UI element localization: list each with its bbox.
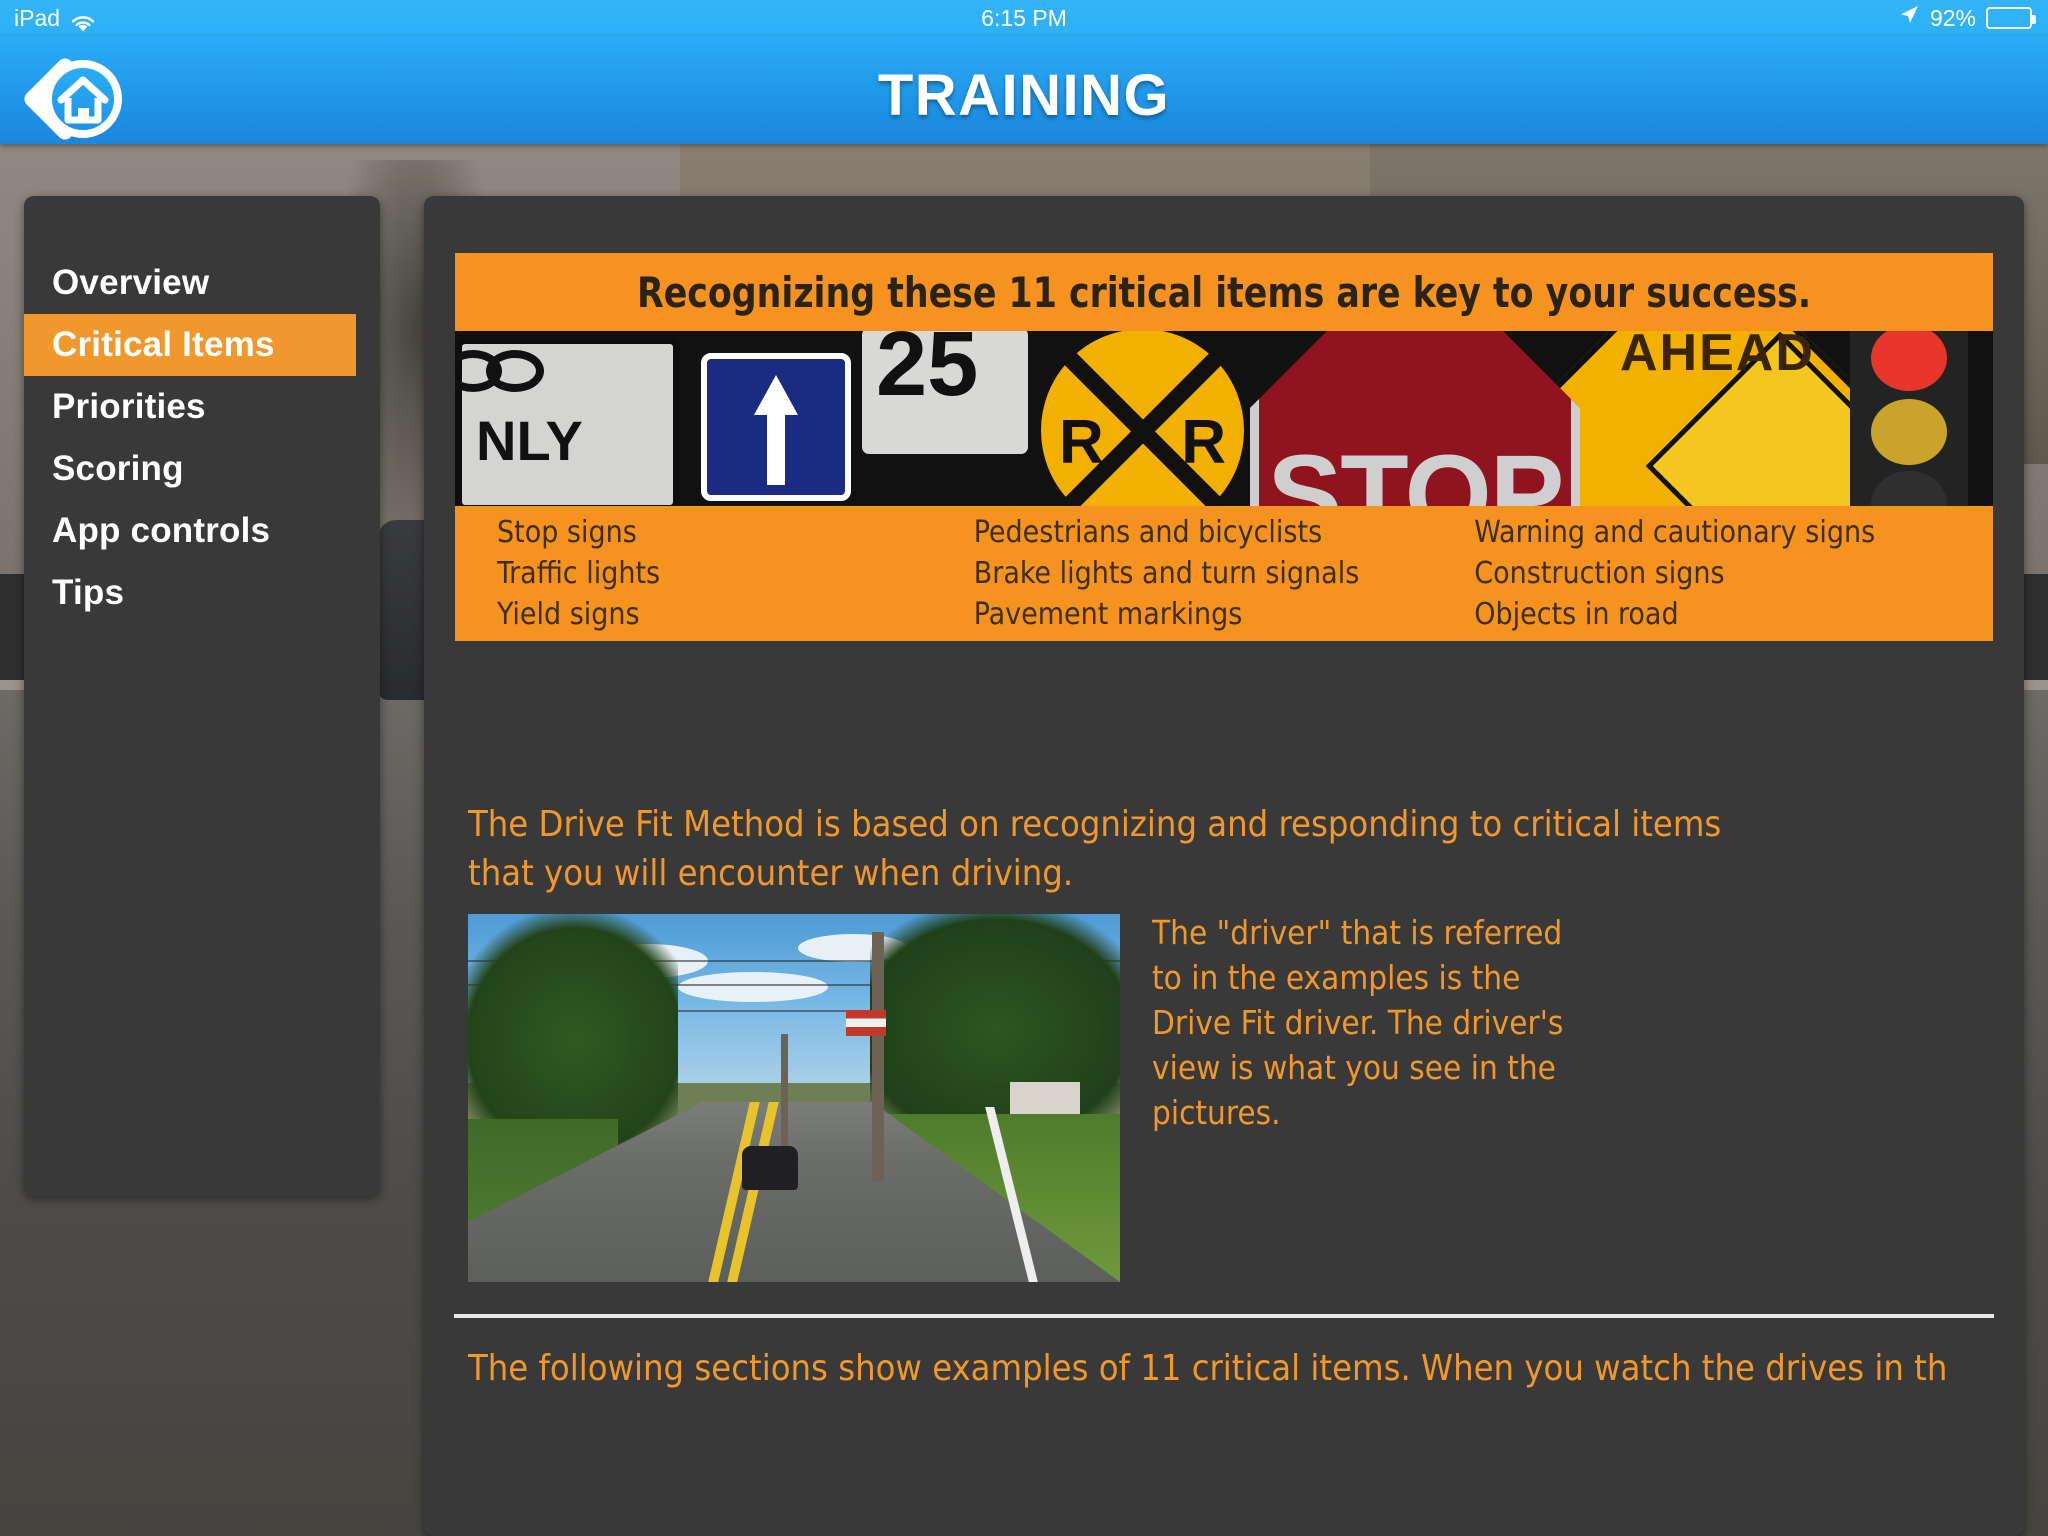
only-sign-label: NLY xyxy=(476,409,583,472)
sidebar-item-label: Scoring xyxy=(52,449,184,488)
critical-items-column-2: Pedestrians and bicyclists Brake lights … xyxy=(974,512,1475,641)
speed-limit-label: 25 xyxy=(876,331,979,415)
sidebar-item-label: Tips xyxy=(52,573,125,612)
list-item: Yield signs xyxy=(497,597,640,632)
sidebar-item-app-controls[interactable]: App controls xyxy=(24,500,380,562)
content-panel: Recognizing these 11 critical items are … xyxy=(424,196,2024,1536)
photo-cloud xyxy=(678,972,828,1002)
sidebar-item-scoring[interactable]: Scoring xyxy=(24,438,380,500)
traffic-light-red xyxy=(1871,331,1947,391)
intro-paragraph: The Drive Fit Method is based on recogni… xyxy=(468,804,1722,894)
list-item: Brake lights and turn signals xyxy=(973,556,1360,591)
status-bar-time: 6:15 PM xyxy=(981,5,1067,31)
sidebar-item-priorities[interactable]: Priorities xyxy=(24,376,380,438)
sidebar-item-label: Priorities xyxy=(52,387,206,426)
status-bar-right: 92% xyxy=(1898,0,2036,36)
list-item: Regulatory signs xyxy=(497,635,974,641)
list-item: Vehicles entering path xyxy=(974,635,1475,641)
critical-items-column-3: Warning and cautionary signs Constructio… xyxy=(1474,512,1951,641)
battery-icon xyxy=(1986,7,2036,29)
traffic-light-green xyxy=(1871,471,1947,506)
photo-lead-vehicle xyxy=(741,1146,798,1190)
photo-flag xyxy=(846,1010,887,1036)
driver-view-photo xyxy=(468,914,1120,1282)
list-item: Traffic lights xyxy=(497,556,661,591)
photo-utility-pole-2 xyxy=(780,1034,788,1154)
sidebar-item-overview[interactable]: Overview xyxy=(24,252,380,314)
critical-items-list: Stop signs Traffic lights Yield signs Re… xyxy=(455,506,1993,641)
title-bar: TRAINING xyxy=(0,36,2048,144)
sidebar-item-critical-items[interactable]: Critical Items xyxy=(24,314,356,376)
sidebar-menu: Overview Critical Items Priorities Scori… xyxy=(24,252,380,624)
only-sign-icon: NLY xyxy=(455,337,680,506)
stop-sign-label: STOP xyxy=(1267,432,1565,506)
road-signs-collage: NLY 25 R R AHEAD STOP xyxy=(455,331,1993,506)
list-item: Warning and cautionary signs xyxy=(1474,515,1876,550)
list-item: Objects in road xyxy=(1474,597,1679,632)
sidebar: Overview Critical Items Priorities Scori… xyxy=(24,196,380,1196)
sidebar-item-label: Overview xyxy=(52,263,210,302)
railroad-right-label: R xyxy=(1181,408,1226,477)
speed-limit-sign-icon: 25 xyxy=(855,331,1035,461)
photo-utility-pole xyxy=(872,932,885,1182)
one-way-arrow-sign-icon xyxy=(701,353,851,501)
ahead-sign-label: AHEAD xyxy=(1620,331,1815,382)
critical-items-banner: Recognizing these 11 critical items are … xyxy=(455,253,1993,641)
section-divider xyxy=(454,1314,1994,1318)
following-sections-paragraph: The following sections show examples of … xyxy=(468,1348,1948,1389)
list-item: Stop signs xyxy=(497,515,637,550)
stop-sign-icon: STOP xyxy=(1250,331,1580,506)
list-item: Pavement markings xyxy=(973,597,1243,632)
driver-definition-paragraph: The "driver" that is referred to in the … xyxy=(1152,913,1564,1132)
list-item: Pedestrians and bicyclists xyxy=(973,515,1323,550)
page-title: TRAINING xyxy=(877,63,1171,128)
traffic-light-yellow xyxy=(1871,399,1947,465)
critical-items-column-1: Stop signs Traffic lights Yield signs Re… xyxy=(497,512,974,641)
list-item: Construction signs xyxy=(1474,556,1725,591)
sidebar-item-label: Critical Items xyxy=(52,325,275,364)
railroad-crossing-sign-icon: R R xyxy=(1035,331,1250,506)
battery-percent: 92% xyxy=(1929,5,1976,31)
location-arrow-icon xyxy=(1898,0,1920,36)
railroad-left-label: R xyxy=(1059,408,1104,477)
status-bar: iPad 6:15 PM 92% xyxy=(0,0,2048,36)
photo-tree-left xyxy=(468,914,678,1148)
banner-headline: Recognizing these 11 critical items are … xyxy=(636,267,1812,317)
traffic-light-icon xyxy=(1850,331,1968,506)
sidebar-item-tips[interactable]: Tips xyxy=(24,562,380,624)
sidebar-item-label: App controls xyxy=(52,511,271,550)
